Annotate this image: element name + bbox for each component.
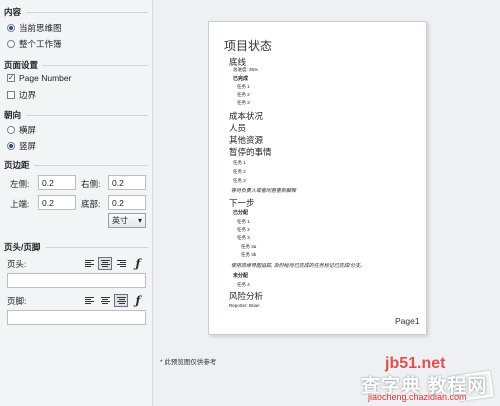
landscape-radio[interactable]: 横屏	[7, 124, 36, 136]
current-mindmap-radio[interactable]: 当前思维图	[7, 22, 62, 34]
preview-outline-line: 总进度: 35%	[233, 67, 259, 72]
footer-text-field[interactable]	[7, 310, 146, 325]
print-preview-page: 项目状态 底线 总进度: 35% 已完成 任务 1 任务 2 任务 3 成本状况 人员 其他资源…	[208, 21, 427, 335]
whole-workbook-label: 整个工作簿	[19, 39, 62, 49]
right-margin-input[interactable]: 0.2	[108, 175, 146, 190]
preview-outline-line: 任务 2	[237, 92, 250, 97]
preview-outline-line: 已分配	[233, 210, 249, 216]
top-margin-label: 上端:	[10, 199, 30, 209]
divider	[46, 247, 148, 248]
header-text-field[interactable]	[7, 273, 146, 288]
header-align-left-button[interactable]	[82, 257, 96, 270]
radio-icon[interactable]	[7, 126, 15, 134]
checkmark-icon[interactable]: ✓	[7, 74, 15, 82]
bottom-margin-input[interactable]: 0.2	[108, 195, 146, 210]
preview-outline-line: 任务 1	[237, 219, 250, 224]
checkbox-icon[interactable]	[7, 91, 15, 99]
preview-outline-line: 人员	[229, 123, 247, 133]
header-footer-section-title: 页头/页脚	[4, 242, 41, 252]
preview-footnote: * 此预览图仅供参考	[160, 359, 217, 366]
margins-section-title: 页边距	[4, 160, 30, 170]
left-margin-input[interactable]: 0.2	[38, 175, 76, 190]
preview-outline-line: 未分配	[233, 273, 249, 279]
left-margin-label: 左侧:	[10, 179, 30, 189]
chevron-down-icon: ▾	[137, 216, 142, 225]
divider	[34, 165, 148, 166]
watermark-url: jiaocheng.chazidian.com	[368, 392, 467, 402]
footer-align-left-button[interactable]	[82, 294, 96, 307]
divider	[26, 115, 148, 116]
orientation-section-title: 朝向	[4, 110, 22, 120]
border-checkbox[interactable]: 边界	[7, 89, 36, 101]
divider	[42, 65, 148, 66]
footer-align-right-button[interactable]	[114, 294, 128, 307]
portrait-label: 竖屏	[19, 141, 37, 151]
divider	[26, 12, 148, 13]
preview-page-number: Page1	[395, 316, 420, 326]
preview-outline-line: 风险分析	[229, 291, 264, 301]
preview-outline-line: 其他资源	[229, 135, 264, 145]
preview-outline-line: 已完成	[233, 76, 249, 82]
footer-insert-field-icon[interactable]: ƒ	[131, 294, 145, 307]
page-number-checkbox[interactable]: ✓ Page Number	[7, 73, 71, 83]
page-setup-section-title: 页面设置	[4, 60, 39, 70]
unit-dropdown-value: 英寸	[112, 216, 128, 225]
radio-icon[interactable]	[7, 142, 15, 150]
preview-outline-line: 任务 3a	[241, 244, 257, 249]
preview-outline-line: 任务 2	[233, 169, 246, 174]
header-align-right-button[interactable]	[114, 257, 128, 270]
preview-outline-line: 任务 2	[237, 227, 250, 232]
header-insert-field-icon[interactable]: ƒ	[131, 257, 145, 270]
portrait-radio[interactable]: 竖屏	[7, 140, 36, 152]
radio-icon[interactable]	[7, 24, 15, 32]
preview-outline-line: 任务 1	[237, 84, 250, 89]
preview-outline-line: 任务 1	[233, 160, 246, 165]
preview-outline-line: 任务 3	[237, 235, 250, 240]
preview-outline-line: 任务 3b	[241, 252, 257, 257]
preview-outline-line: 成本状况	[229, 111, 264, 121]
whole-workbook-radio[interactable]: 整个工作簿	[7, 38, 62, 50]
preview-title: 项目状态	[224, 39, 273, 53]
border-label: 边界	[19, 90, 37, 100]
content-section-title: 内容	[4, 7, 22, 17]
top-margin-input[interactable]: 0.2	[38, 195, 76, 210]
right-margin-label: 右侧:	[81, 179, 101, 189]
current-mindmap-label: 当前思维图	[19, 23, 62, 33]
preview-outline-line: 使用思维导图追踪, 及时给待已完成的任务标记已完成/分支。	[231, 263, 366, 269]
landscape-label: 横屏	[19, 125, 37, 135]
footer-align-center-button[interactable]	[98, 294, 112, 307]
preview-outline-line: 暂停的事情	[229, 147, 272, 157]
preview-outline-line: Reporter: Brian	[229, 303, 260, 308]
preview-outline-line: 任务 3	[237, 100, 250, 105]
radio-icon[interactable]	[7, 40, 15, 48]
preview-outline-line: 任务 4	[237, 282, 250, 287]
preview-outline-line: 任务 3	[233, 178, 246, 183]
bottom-margin-label: 底部:	[81, 199, 101, 209]
print-settings-panel: 内容 当前思维图 整个工作簿 页面设置 ✓ Page Number 边界 朝向 …	[0, 0, 153, 406]
header-align-center-button[interactable]	[98, 257, 112, 270]
header-label: 页头:	[7, 259, 27, 269]
preview-outline-line: 等待负责人或者同意重新解释	[231, 188, 297, 194]
unit-dropdown[interactable]: 英寸 ▾	[108, 213, 146, 228]
page-number-label: Page Number	[19, 73, 72, 83]
footer-label: 页脚:	[7, 296, 27, 306]
preview-outline-line: 下一步	[229, 198, 255, 208]
